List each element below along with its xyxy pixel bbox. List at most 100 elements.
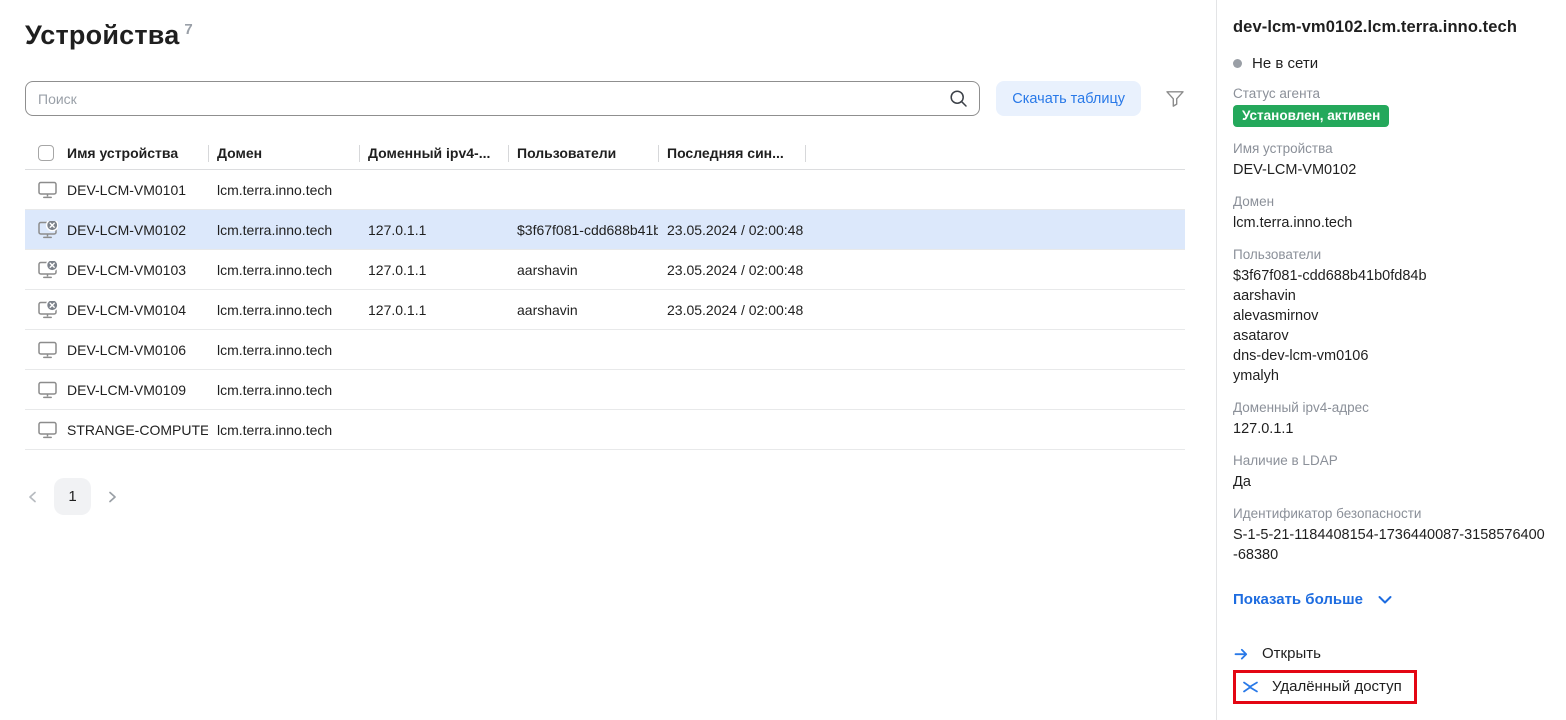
device-online-icon (38, 181, 58, 199)
field-label: Имя устройства (1233, 140, 1546, 158)
domain-cell: lcm.terra.inno.tech (208, 210, 359, 249)
download-table-button[interactable]: Скачать таблицу (996, 81, 1141, 116)
ipv4-cell (359, 370, 508, 409)
remote-access-action[interactable]: Удалённый доступ (1243, 678, 1402, 695)
user-item: $3f67f081-cdd688b41b0fd84b (1233, 266, 1546, 286)
device-online-icon (38, 381, 58, 399)
field-label: Пользователи (1233, 246, 1546, 264)
user-item: dns-dev-lcm-vm0106 (1233, 346, 1546, 366)
security-id-field: Идентификатор безопасности S-1-5-21-1184… (1233, 505, 1546, 565)
open-action-label: Открыть (1262, 645, 1321, 662)
user-item: alevasmirnov (1233, 306, 1546, 326)
table-row[interactable]: DEV-LCM-VM0101 lcm.terra.inno.tech (25, 170, 1185, 210)
field-label: Доменный ipv4-адрес (1233, 399, 1546, 417)
ipv4-cell: 127.0.1.1 (359, 290, 508, 329)
ipv4-cell (359, 170, 508, 209)
column-header-users[interactable]: Пользователи (508, 137, 658, 169)
device-details-panel: dev-lcm-vm0102.lcm.terra.inno.tech Не в … (1216, 0, 1566, 720)
open-action[interactable]: Открыть (1233, 645, 1546, 662)
show-more-label: Показать больше (1233, 591, 1363, 608)
table-row[interactable]: STRANGE-COMPUTER lcm.terra.inno.tech (25, 410, 1185, 450)
device-offline-icon (38, 221, 58, 239)
column-header-last-sync[interactable]: Последняя син... (658, 137, 806, 169)
domain-cell: lcm.terra.inno.tech (208, 290, 359, 329)
main-content: Устройства 7 Скачать таблицу Имя устройст… (0, 0, 1216, 720)
offline-status-dot (1233, 59, 1242, 68)
domain-cell: lcm.terra.inno.tech (208, 410, 359, 449)
ipv4-field: Доменный ipv4-адрес 127.0.1.1 (1233, 399, 1546, 439)
column-header-domain[interactable]: Домен (208, 137, 359, 169)
user-item: ymalyh (1233, 366, 1546, 386)
page-title: Устройства 7 (25, 20, 1216, 51)
field-value: S-1-5-21-1184408154-1736440087-315857640… (1233, 525, 1546, 565)
table-row[interactable]: DEV-LCM-VM0106 lcm.terra.inno.tech (25, 330, 1185, 370)
table-row[interactable]: DEV-LCM-VM0104 lcm.terra.inno.tech 127.0… (25, 290, 1185, 330)
users-cell (508, 370, 658, 409)
field-label: Домен (1233, 193, 1546, 211)
device-name-cell: DEV-LCM-VM0106 (67, 330, 208, 369)
connection-status-label: Не в сети (1252, 55, 1318, 72)
ipv4-cell: 127.0.1.1 (359, 250, 508, 289)
show-more-link[interactable]: Показать больше (1233, 591, 1393, 608)
search-box (25, 81, 980, 116)
users-cell (508, 330, 658, 369)
users-field: Пользователи $3f67f081-cdd688b41b0fd84b … (1233, 246, 1546, 386)
device-fqdn-title: dev-lcm-vm0102.lcm.terra.inno.tech (1233, 16, 1546, 38)
table-row-selected[interactable]: DEV-LCM-VM0102 lcm.terra.inno.tech 127.0… (25, 210, 1185, 250)
arrow-right-icon (1233, 646, 1249, 662)
devices-page: Устройства 7 Скачать таблицу Имя устройст… (0, 0, 1566, 720)
ipv4-cell: 127.0.1.1 (359, 210, 508, 249)
column-header-ipv4[interactable]: Доменный ipv4-... (359, 137, 508, 169)
page-title-text: Устройства (25, 20, 179, 50)
connection-status: Не в сети (1233, 55, 1546, 72)
field-value: DEV-LCM-VM0102 (1233, 160, 1546, 180)
pagination: 1 (25, 478, 1216, 515)
domain-field: Домен lcm.terra.inno.tech (1233, 193, 1546, 233)
device-name-cell: DEV-LCM-VM0102 (67, 210, 208, 249)
search-icon[interactable] (949, 89, 968, 108)
device-name-cell: DEV-LCM-VM0104 (67, 290, 208, 329)
filter-icon[interactable] (1165, 89, 1185, 109)
last-sync-cell (658, 410, 806, 449)
users-cell (508, 170, 658, 209)
ipv4-cell (359, 410, 508, 449)
agent-status-field: Статус агента Установлен, активен (1233, 85, 1546, 127)
table-row[interactable]: DEV-LCM-VM0109 lcm.terra.inno.tech (25, 370, 1185, 410)
device-online-icon (38, 421, 58, 439)
remote-access-label: Удалённый доступ (1272, 678, 1402, 695)
last-sync-cell (658, 170, 806, 209)
user-item: asatarov (1233, 326, 1546, 346)
field-value: 127.0.1.1 (1233, 419, 1546, 439)
device-name-cell: DEV-LCM-VM0109 (67, 370, 208, 409)
ipv4-cell (359, 330, 508, 369)
table-row[interactable]: DEV-LCM-VM0103 lcm.terra.inno.tech 127.0… (25, 250, 1185, 290)
remote-access-highlight-box: Удалённый доступ (1233, 670, 1417, 704)
column-header-name[interactable]: Имя устройства (67, 137, 208, 169)
devices-table: Имя устройства Домен Доменный ipv4-... П… (25, 137, 1185, 450)
device-name-cell: STRANGE-COMPUTER (67, 410, 208, 449)
device-name-field: Имя устройства DEV-LCM-VM0102 (1233, 140, 1546, 180)
search-input[interactable] (25, 81, 980, 116)
device-offline-icon (38, 301, 58, 319)
field-value: Да (1233, 472, 1546, 492)
user-item: aarshavin (1233, 286, 1546, 306)
toolbar: Скачать таблицу (25, 81, 1185, 116)
device-online-icon (38, 341, 58, 359)
page-number-button[interactable]: 1 (54, 478, 91, 515)
field-label: Идентификатор безопасности (1233, 505, 1546, 523)
last-sync-cell: 23.05.2024 / 02:00:48 (658, 290, 806, 329)
domain-cell: lcm.terra.inno.tech (208, 250, 359, 289)
device-name-cell: DEV-LCM-VM0103 (67, 250, 208, 289)
agent-status-badge: Установлен, активен (1233, 105, 1389, 127)
users-cell (508, 410, 658, 449)
devices-count-badge: 7 (184, 21, 193, 38)
domain-cell: lcm.terra.inno.tech (208, 330, 359, 369)
last-sync-cell (658, 370, 806, 409)
table-header-row: Имя устройства Домен Доменный ipv4-... П… (25, 137, 1185, 170)
select-all-checkbox[interactable] (38, 145, 54, 161)
prev-page-button[interactable] (25, 489, 41, 505)
last-sync-cell: 23.05.2024 / 02:00:48 (658, 210, 806, 249)
next-page-button[interactable] (104, 489, 120, 505)
field-label: Наличие в LDAP (1233, 452, 1546, 470)
users-cell: aarshavin (508, 290, 658, 329)
